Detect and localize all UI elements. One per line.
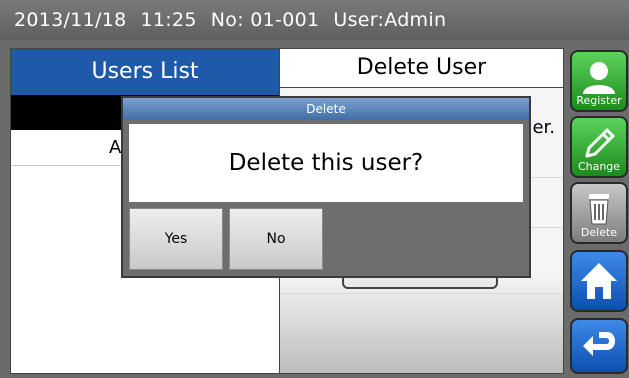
detail-divider bbox=[280, 293, 563, 294]
delete-label: Delete bbox=[580, 226, 618, 239]
change-label: Change bbox=[577, 160, 621, 173]
back-button[interactable] bbox=[570, 318, 628, 374]
dialog-title: Delete bbox=[123, 98, 529, 120]
delete-user-text: er. bbox=[532, 117, 555, 138]
register-label: Register bbox=[576, 94, 622, 107]
back-arrow-icon bbox=[583, 332, 615, 356]
status-bar: 2013/11/18 11:25 No: 01-001 User:Admin bbox=[0, 0, 629, 40]
delete-button[interactable]: Delete bbox=[570, 182, 628, 244]
home-icon bbox=[581, 263, 617, 299]
status-number: No: 01-001 bbox=[210, 9, 320, 31]
users-list-title: Users List bbox=[11, 49, 279, 95]
change-button[interactable]: Change bbox=[570, 116, 628, 178]
no-button[interactable]: No bbox=[229, 208, 323, 270]
dialog-message: Delete this user? bbox=[129, 124, 523, 202]
register-button[interactable]: Register bbox=[570, 50, 628, 112]
status-time: 11:25 bbox=[140, 9, 197, 31]
yes-button[interactable]: Yes bbox=[129, 208, 223, 270]
trash-icon bbox=[589, 194, 609, 225]
user-icon bbox=[583, 62, 615, 94]
status-user: User:Admin bbox=[333, 9, 447, 31]
status-date: 2013/11/18 bbox=[14, 9, 127, 31]
delete-dialog: Delete Delete this user? Yes No bbox=[121, 96, 531, 278]
sidebar: Register Change Delete bbox=[568, 40, 629, 378]
pencil-icon bbox=[585, 128, 615, 158]
delete-user-title: Delete User bbox=[280, 49, 563, 88]
home-button[interactable] bbox=[570, 250, 628, 312]
